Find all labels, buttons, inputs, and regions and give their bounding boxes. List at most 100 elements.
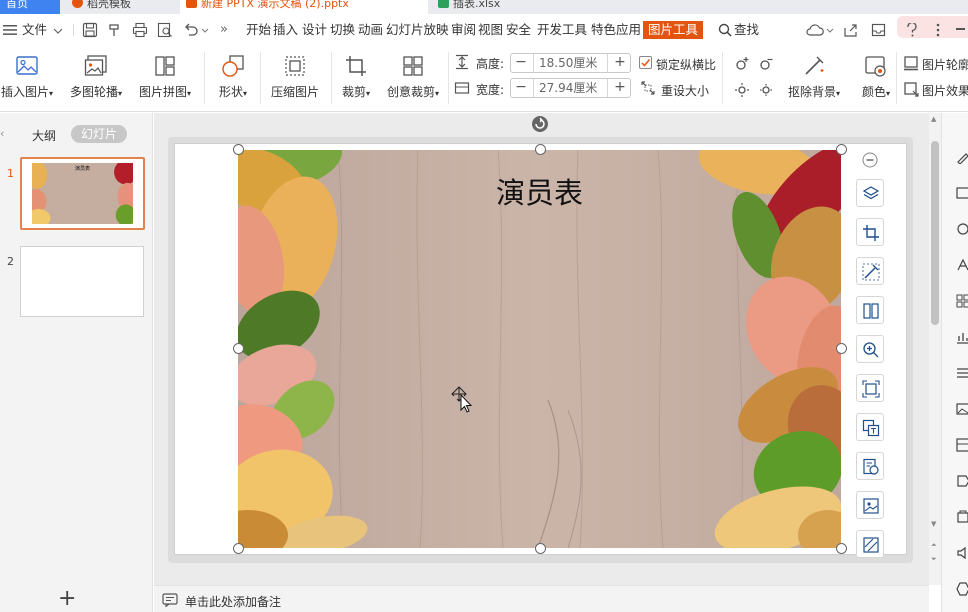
- undo-icon[interactable]: [183, 22, 199, 38]
- resize-handle-bottom-right[interactable]: [836, 543, 847, 554]
- pen-icon[interactable]: [956, 150, 968, 164]
- slides-tab[interactable]: 幻灯片: [71, 125, 127, 143]
- more-options-icon[interactable]: [936, 23, 940, 37]
- float-translate-button[interactable]: [856, 452, 884, 480]
- settings-list-icon[interactable]: [956, 366, 968, 380]
- layout-icon[interactable]: [956, 438, 968, 452]
- menu-insert[interactable]: 插入: [273, 21, 298, 39]
- image-icon[interactable]: [956, 402, 968, 416]
- chevron-down-icon[interactable]: [53, 28, 63, 34]
- text-effect-icon[interactable]: [956, 258, 968, 272]
- height-value[interactable]: 18.50厘米: [533, 54, 608, 72]
- reset-size-label[interactable]: 重设大小: [661, 82, 709, 99]
- multi-carousel-button[interactable]: 多图轮播▾: [67, 54, 125, 100]
- float-picture-settings-button[interactable]: [856, 491, 884, 519]
- slide-thumbnail-1[interactable]: 演员表: [20, 157, 145, 230]
- backup-icon[interactable]: [956, 510, 968, 524]
- menu-developer[interactable]: 开发工具: [537, 21, 587, 39]
- rotate-handle-icon[interactable]: [531, 115, 549, 133]
- brightness-down-icon[interactable]: [758, 56, 774, 72]
- grid-icon[interactable]: [956, 294, 968, 308]
- brightness-up-icon[interactable]: [734, 56, 750, 72]
- scroll-down-icon[interactable]: ▼: [931, 520, 936, 528]
- format-painter-icon[interactable]: [107, 22, 123, 38]
- minimize-icon[interactable]: [956, 28, 965, 30]
- notes-placeholder[interactable]: 单击此处添加备注: [185, 593, 281, 610]
- height-stepper[interactable]: − 18.50厘米 +: [510, 53, 631, 73]
- undo-dropdown-icon[interactable]: [201, 28, 209, 33]
- float-text-extract-button[interactable]: [856, 413, 884, 441]
- float-fill-button[interactable]: [856, 530, 884, 558]
- transition-icon[interactable]: [956, 474, 968, 488]
- width-decrement-button[interactable]: −: [511, 79, 531, 97]
- menu-slideshow[interactable]: 幻灯片放映: [386, 21, 449, 39]
- float-crop-button[interactable]: [856, 218, 884, 246]
- float-zoom-button[interactable]: [856, 335, 884, 363]
- scroll-up-icon[interactable]: ▲: [931, 115, 936, 123]
- menu-special[interactable]: 特色应用: [591, 21, 641, 39]
- width-value[interactable]: 27.94厘米: [533, 79, 608, 97]
- resize-handle-bottom[interactable]: [535, 543, 546, 554]
- lock-ratio-checkbox[interactable]: [639, 56, 652, 69]
- float-fit-button[interactable]: [856, 374, 884, 402]
- print-icon[interactable]: [132, 22, 148, 38]
- speaker-icon[interactable]: [956, 546, 968, 560]
- resize-handle-top-right[interactable]: [836, 144, 847, 155]
- slide-thumbnail-2[interactable]: [20, 246, 144, 317]
- tab-active-document[interactable]: 新建 PPTX 演示文稿 (2).pptx: [180, 0, 428, 14]
- contrast-up-icon[interactable]: [734, 82, 750, 98]
- menu-file[interactable]: 文件: [22, 21, 47, 39]
- cloud-dropdown-icon[interactable]: [826, 28, 834, 33]
- menu-design[interactable]: 设计: [302, 21, 327, 39]
- hamburger-icon[interactable]: [3, 24, 17, 36]
- template-icon[interactable]: [956, 186, 968, 200]
- contrast-down-icon[interactable]: [758, 82, 774, 98]
- float-remove-bg-button[interactable]: [856, 257, 884, 285]
- slide-picture[interactable]: 演员表: [238, 150, 841, 548]
- slide-title[interactable]: 演员表: [238, 170, 841, 212]
- chart-icon[interactable]: [956, 330, 968, 344]
- creative-crop-button[interactable]: 创意裁剪▾: [384, 54, 442, 100]
- compress-picture-button[interactable]: 压缩图片: [267, 54, 323, 100]
- search-icon[interactable]: [718, 23, 732, 37]
- layer-button[interactable]: [856, 179, 884, 207]
- width-stepper[interactable]: − 27.94厘米 +: [510, 78, 631, 98]
- outline-tab[interactable]: 大纲: [32, 127, 56, 144]
- scrollbar-thumb[interactable]: [931, 141, 939, 325]
- print-preview-icon[interactable]: [157, 22, 173, 38]
- picture-collage-button[interactable]: 图片拼图▾: [136, 54, 194, 100]
- collapse-panel-icon[interactable]: ‹: [0, 127, 4, 140]
- add-slide-button[interactable]: +: [58, 588, 76, 610]
- cloud-icon[interactable]: [806, 23, 824, 37]
- help-icon[interactable]: [906, 23, 918, 37]
- insert-picture-button[interactable]: 插入图片▾: [0, 54, 56, 100]
- menu-transition[interactable]: 切换: [330, 21, 355, 39]
- remove-background-button[interactable]: 抠除背景▾: [786, 54, 842, 100]
- menu-search[interactable]: 查找: [734, 21, 759, 39]
- height-increment-button[interactable]: +: [610, 54, 630, 72]
- float-split-button[interactable]: [856, 296, 884, 324]
- menu-review[interactable]: 审阅: [451, 21, 476, 39]
- save-icon[interactable]: [82, 22, 98, 38]
- resize-handle-left[interactable]: [233, 343, 244, 354]
- inbox-icon[interactable]: [871, 23, 886, 37]
- tab-excel-document[interactable]: 插表.xlsx: [432, 0, 632, 14]
- menu-view[interactable]: 视图: [478, 21, 503, 39]
- color-button[interactable]: 颜色▾: [856, 54, 896, 100]
- vertical-scrollbar[interactable]: ▲ ▼ ⏶ ⏷: [929, 113, 941, 585]
- notes-bar[interactable]: 单击此处添加备注: [154, 585, 929, 612]
- more-menu-icon[interactable]: »: [220, 21, 228, 39]
- shape-icon[interactable]: [956, 222, 968, 236]
- menu-security[interactable]: 安全: [506, 21, 531, 39]
- next-slide-icon[interactable]: ⏷: [931, 555, 937, 564]
- width-increment-button[interactable]: +: [610, 79, 630, 97]
- prev-slide-icon[interactable]: ⏶: [931, 541, 937, 550]
- picture-effect-button[interactable]: 图片效果: [922, 82, 968, 99]
- resize-handle-top[interactable]: [535, 144, 546, 155]
- collapse-toolbar-icon[interactable]: [862, 152, 878, 168]
- resize-handle-right[interactable]: [836, 343, 847, 354]
- menu-home[interactable]: 开始: [246, 21, 271, 39]
- height-decrement-button[interactable]: −: [511, 54, 531, 72]
- lock-ratio-label[interactable]: 锁定纵横比: [656, 56, 716, 73]
- shape-button[interactable]: 形状▾: [213, 54, 253, 100]
